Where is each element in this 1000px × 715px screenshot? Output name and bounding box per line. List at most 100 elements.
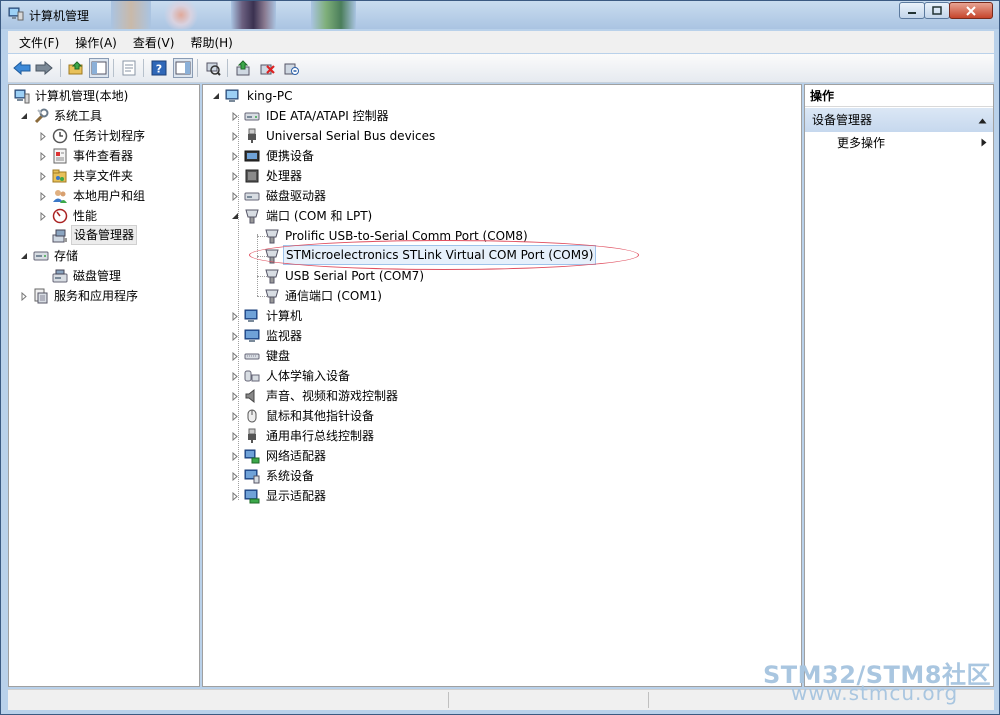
show-hide-tree-button[interactable] bbox=[89, 58, 109, 78]
device-category-ports[interactable]: 端口 (COM 和 LPT) bbox=[203, 206, 801, 226]
submenu-arrow-icon bbox=[981, 133, 987, 153]
actions-pane: 操作 设备管理器 更多操作 bbox=[804, 84, 994, 687]
expand-arrow-icon[interactable] bbox=[230, 106, 240, 126]
expand-arrow-icon[interactable] bbox=[230, 466, 240, 486]
device-category-display[interactable]: 显示适配器 bbox=[203, 486, 801, 506]
collapse-up-icon[interactable] bbox=[978, 108, 987, 132]
titlebar-glass-blur bbox=[311, 1, 356, 29]
expand-arrow-icon[interactable] bbox=[38, 186, 48, 206]
maximize-button[interactable] bbox=[924, 2, 950, 19]
usb-plug-icon bbox=[244, 428, 260, 444]
device-tree: king-PC IDE ATA/ATAPI 控制器 Universal Seri… bbox=[202, 84, 802, 687]
minimize-icon bbox=[908, 11, 916, 14]
tree-item-services-applications[interactable]: 服务和应用程序 bbox=[9, 286, 199, 306]
tree-item-system-tools[interactable]: 系统工具 bbox=[9, 106, 199, 126]
collapse-arrow-icon[interactable] bbox=[19, 246, 29, 266]
show-hide-tree-icon bbox=[91, 61, 107, 75]
processor-icon bbox=[244, 168, 260, 184]
expand-arrow-icon[interactable] bbox=[230, 166, 240, 186]
computer-management-icon bbox=[8, 7, 24, 21]
collapse-arrow-icon[interactable] bbox=[230, 206, 240, 226]
device-category-computer[interactable]: 计算机 bbox=[203, 306, 801, 326]
watermark-url: www.stmcu.org bbox=[791, 681, 959, 705]
show-action-pane-icon bbox=[175, 61, 191, 75]
device-category-mice[interactable]: 鼠标和其他指针设备 bbox=[203, 406, 801, 426]
menu-view[interactable]: 查看(V) bbox=[133, 34, 175, 51]
title-bar[interactable]: 计算机管理 bbox=[1, 1, 999, 29]
menu-file[interactable]: 文件(F) bbox=[19, 34, 59, 51]
device-category-disk-drives[interactable]: 磁盘驱动器 bbox=[203, 186, 801, 206]
device-category-portable[interactable]: 便携设备 bbox=[203, 146, 801, 166]
tree-item-storage[interactable]: 存储 bbox=[9, 246, 199, 266]
properties-button[interactable] bbox=[119, 58, 139, 78]
clock-icon bbox=[52, 128, 68, 144]
tree-item-task-scheduler[interactable]: 任务计划程序 bbox=[9, 126, 199, 146]
help-button[interactable]: ? bbox=[149, 58, 169, 78]
expand-arrow-icon[interactable] bbox=[230, 186, 240, 206]
device-category-system[interactable]: 系统设备 bbox=[203, 466, 801, 486]
tree-item-disk-management[interactable]: 磁盘管理 bbox=[9, 266, 199, 286]
device-category-ide[interactable]: IDE ATA/ATAPI 控制器 bbox=[203, 106, 801, 126]
expand-arrow-icon[interactable] bbox=[230, 126, 240, 146]
show-action-pane-button[interactable] bbox=[173, 58, 193, 78]
expand-arrow-icon[interactable] bbox=[230, 406, 240, 426]
expand-arrow-icon[interactable] bbox=[38, 166, 48, 186]
expand-arrow-icon[interactable] bbox=[230, 446, 240, 466]
uninstall-device-button[interactable] bbox=[281, 58, 301, 78]
tree-item-shared-folders[interactable]: 共享文件夹 bbox=[9, 166, 199, 186]
disable-device-button[interactable] bbox=[257, 58, 277, 78]
highlight-ellipse bbox=[249, 240, 639, 270]
expand-arrow-icon[interactable] bbox=[230, 306, 240, 326]
tree-item-device-manager[interactable]: 设备管理器 bbox=[9, 225, 199, 246]
titlebar-glass-blur bbox=[111, 1, 151, 29]
forward-icon bbox=[35, 61, 53, 75]
expand-arrow-icon[interactable] bbox=[230, 326, 240, 346]
expand-arrow-icon[interactable] bbox=[230, 366, 240, 386]
display-adapter-icon bbox=[244, 488, 260, 504]
usb-plug-icon bbox=[244, 128, 260, 144]
minimize-button[interactable] bbox=[899, 2, 925, 19]
port-item-com1[interactable]: 通信端口 (COM1) bbox=[203, 286, 801, 306]
update-driver-button[interactable] bbox=[233, 58, 253, 78]
expand-arrow-icon[interactable] bbox=[230, 386, 240, 406]
back-button[interactable] bbox=[12, 58, 32, 78]
device-tree-root[interactable]: king-PC bbox=[203, 86, 801, 106]
expand-arrow-icon[interactable] bbox=[38, 146, 48, 166]
disk-drive-icon bbox=[244, 188, 260, 204]
collapse-arrow-icon[interactable] bbox=[211, 86, 221, 106]
storage-icon bbox=[33, 248, 49, 264]
expand-arrow-icon[interactable] bbox=[38, 126, 48, 146]
expand-arrow-icon[interactable] bbox=[19, 286, 29, 306]
titlebar-glass-blur bbox=[161, 1, 201, 29]
device-category-usb-controllers[interactable]: 通用串行总线控制器 bbox=[203, 426, 801, 446]
expand-arrow-icon[interactable] bbox=[230, 346, 240, 366]
expand-arrow-icon[interactable] bbox=[230, 426, 240, 446]
device-category-keyboards[interactable]: 键盘 bbox=[203, 346, 801, 366]
menu-action[interactable]: 操作(A) bbox=[75, 34, 117, 51]
event-log-icon bbox=[52, 148, 68, 164]
device-manager-icon bbox=[52, 228, 68, 244]
actions-section-device-manager[interactable]: 设备管理器 bbox=[805, 108, 993, 132]
port-icon bbox=[244, 208, 260, 224]
device-category-hid[interactable]: 人体学输入设备 bbox=[203, 366, 801, 386]
device-category-sound[interactable]: 声音、视频和游戏控制器 bbox=[203, 386, 801, 406]
titlebar-glass-blur bbox=[231, 1, 276, 29]
collapse-arrow-icon[interactable] bbox=[19, 106, 29, 126]
forward-button[interactable] bbox=[34, 58, 54, 78]
expand-arrow-icon[interactable] bbox=[38, 206, 48, 226]
device-category-network[interactable]: 网络适配器 bbox=[203, 446, 801, 466]
scan-hardware-button[interactable] bbox=[203, 58, 223, 78]
tree-item-event-viewer[interactable]: 事件查看器 bbox=[9, 146, 199, 166]
menu-help[interactable]: 帮助(H) bbox=[190, 34, 232, 51]
computer-icon bbox=[244, 308, 260, 324]
expand-arrow-icon[interactable] bbox=[230, 146, 240, 166]
device-category-usb-devices[interactable]: Universal Serial Bus devices bbox=[203, 126, 801, 146]
tree-item-performance[interactable]: 性能 bbox=[9, 206, 199, 226]
close-button[interactable] bbox=[949, 2, 993, 19]
device-category-processor[interactable]: 处理器 bbox=[203, 166, 801, 186]
more-actions-item[interactable]: 更多操作 bbox=[805, 133, 993, 153]
device-category-monitors[interactable]: 监视器 bbox=[203, 326, 801, 346]
tree-item-local-users-groups[interactable]: 本地用户和组 bbox=[9, 186, 199, 206]
expand-arrow-icon[interactable] bbox=[230, 486, 240, 506]
up-folder-button[interactable] bbox=[66, 58, 86, 78]
